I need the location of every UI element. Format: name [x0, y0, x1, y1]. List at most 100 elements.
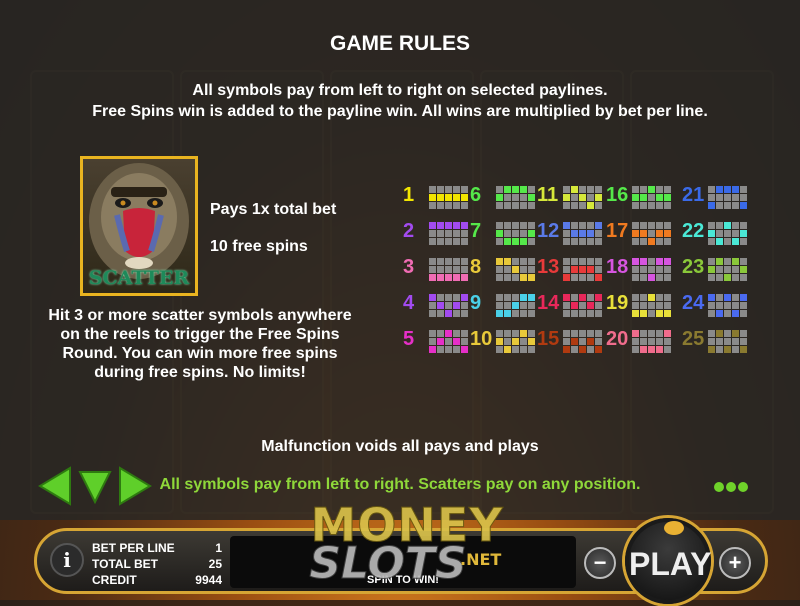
- payline-cell: [632, 302, 639, 309]
- payline-grid: [708, 258, 747, 281]
- payline-cell-active: [587, 302, 594, 309]
- payline-cell: [496, 202, 503, 209]
- payline-cell-active: [512, 302, 519, 309]
- payline-cell-active: [708, 266, 715, 273]
- payline-cell: [664, 266, 671, 273]
- payline-cell: [587, 222, 594, 229]
- payline-1: 1: [403, 184, 473, 209]
- payline-20: 20: [606, 328, 676, 353]
- payline-cell: [437, 294, 444, 301]
- payline-5: 5: [403, 328, 473, 353]
- bet-per-line: BET PER LINE 1: [92, 541, 222, 555]
- payline-cell: [740, 310, 747, 317]
- payline-cell: [453, 258, 460, 265]
- payline-7: 7: [470, 220, 540, 245]
- payline-cell: [716, 302, 723, 309]
- play-button-highlight: [664, 521, 684, 535]
- payline-cell: [648, 266, 655, 273]
- payline-cell: [708, 338, 715, 345]
- payline-cell: [437, 238, 444, 245]
- payline-cell: [528, 238, 535, 245]
- payline-cell: [520, 202, 527, 209]
- payline-cell: [429, 330, 436, 337]
- payline-cell: [648, 258, 655, 265]
- payline-cell-active: [740, 294, 747, 301]
- payline-cell-active: [740, 230, 747, 237]
- decrease-bet-button[interactable]: −: [584, 547, 616, 579]
- payline-cell: [632, 274, 639, 281]
- credit-label: CREDIT: [92, 573, 137, 587]
- payline-number: 20: [606, 328, 629, 350]
- payline-cell: [437, 266, 444, 273]
- payline-cell-active: [512, 266, 519, 273]
- payline-cell: [632, 202, 639, 209]
- page-dot: [726, 482, 736, 492]
- payline-number: 16: [606, 184, 629, 206]
- payline-cell: [437, 346, 444, 353]
- payline-cell: [595, 310, 602, 317]
- payline-cell: [732, 266, 739, 273]
- payline-cell: [563, 302, 570, 309]
- payline-cell: [708, 222, 715, 229]
- payline-cell-active: [579, 294, 586, 301]
- payline-cell: [445, 258, 452, 265]
- payline-cell: [461, 238, 468, 245]
- payline-cell-active: [640, 194, 647, 201]
- payline-cell: [732, 302, 739, 309]
- payline-cell: [579, 338, 586, 345]
- payline-cell: [520, 222, 527, 229]
- payline-cell: [461, 310, 468, 317]
- payline-cell: [520, 310, 527, 317]
- payline-cell: [640, 302, 647, 309]
- payline-cell: [453, 266, 460, 273]
- payline-cell: [437, 310, 444, 317]
- payline-cell: [732, 194, 739, 201]
- payline-cell-active: [656, 346, 663, 353]
- payline-cell-active: [528, 338, 535, 345]
- payline-grid: [563, 258, 602, 281]
- increase-bet-button[interactable]: +: [719, 547, 751, 579]
- payline-16: 16: [606, 184, 676, 209]
- payline-cell-active: [740, 202, 747, 209]
- payline-cell-active: [656, 258, 663, 265]
- payline-cell-active: [429, 222, 436, 229]
- rules-text-line-1: All symbols pay from left to right on se…: [192, 82, 608, 99]
- payline-cell: [504, 294, 511, 301]
- payline-cell-active: [595, 222, 602, 229]
- payline-number: 5: [403, 328, 415, 350]
- payline-cell-active: [504, 186, 511, 193]
- payline-cell: [445, 202, 452, 209]
- payline-cell: [724, 330, 731, 337]
- payline-cell: [716, 274, 723, 281]
- payline-cell: [445, 346, 452, 353]
- payline-cell-active: [445, 222, 452, 229]
- payline-cell-active: [587, 230, 594, 237]
- payline-cell: [528, 202, 535, 209]
- payline-12: 12: [537, 220, 607, 245]
- payline-cell: [648, 222, 655, 229]
- payline-cell: [563, 186, 570, 193]
- payline-cell-active: [716, 310, 723, 317]
- payline-cell: [563, 258, 570, 265]
- payline-11: 11: [537, 184, 607, 209]
- payline-cell: [724, 194, 731, 201]
- payline-number: 6: [470, 184, 482, 206]
- payline-cell: [496, 266, 503, 273]
- payline-cell-active: [445, 330, 452, 337]
- payline-cell: [664, 222, 671, 229]
- payline-number: 23: [682, 256, 705, 278]
- info-button[interactable]: i: [50, 543, 84, 577]
- payline-cell: [512, 222, 519, 229]
- page-dot: [714, 482, 724, 492]
- payline-cell: [496, 302, 503, 309]
- payline-cell: [664, 202, 671, 209]
- payline-grid: [496, 222, 535, 245]
- payline-cell: [740, 186, 747, 193]
- payline-grid: [632, 330, 671, 353]
- payline-cell: [632, 186, 639, 193]
- payline-number: 9: [470, 292, 482, 314]
- payline-grid: [429, 222, 468, 245]
- payline-cell-active: [656, 230, 663, 237]
- payline-cell: [512, 274, 519, 281]
- payline-cell: [563, 230, 570, 237]
